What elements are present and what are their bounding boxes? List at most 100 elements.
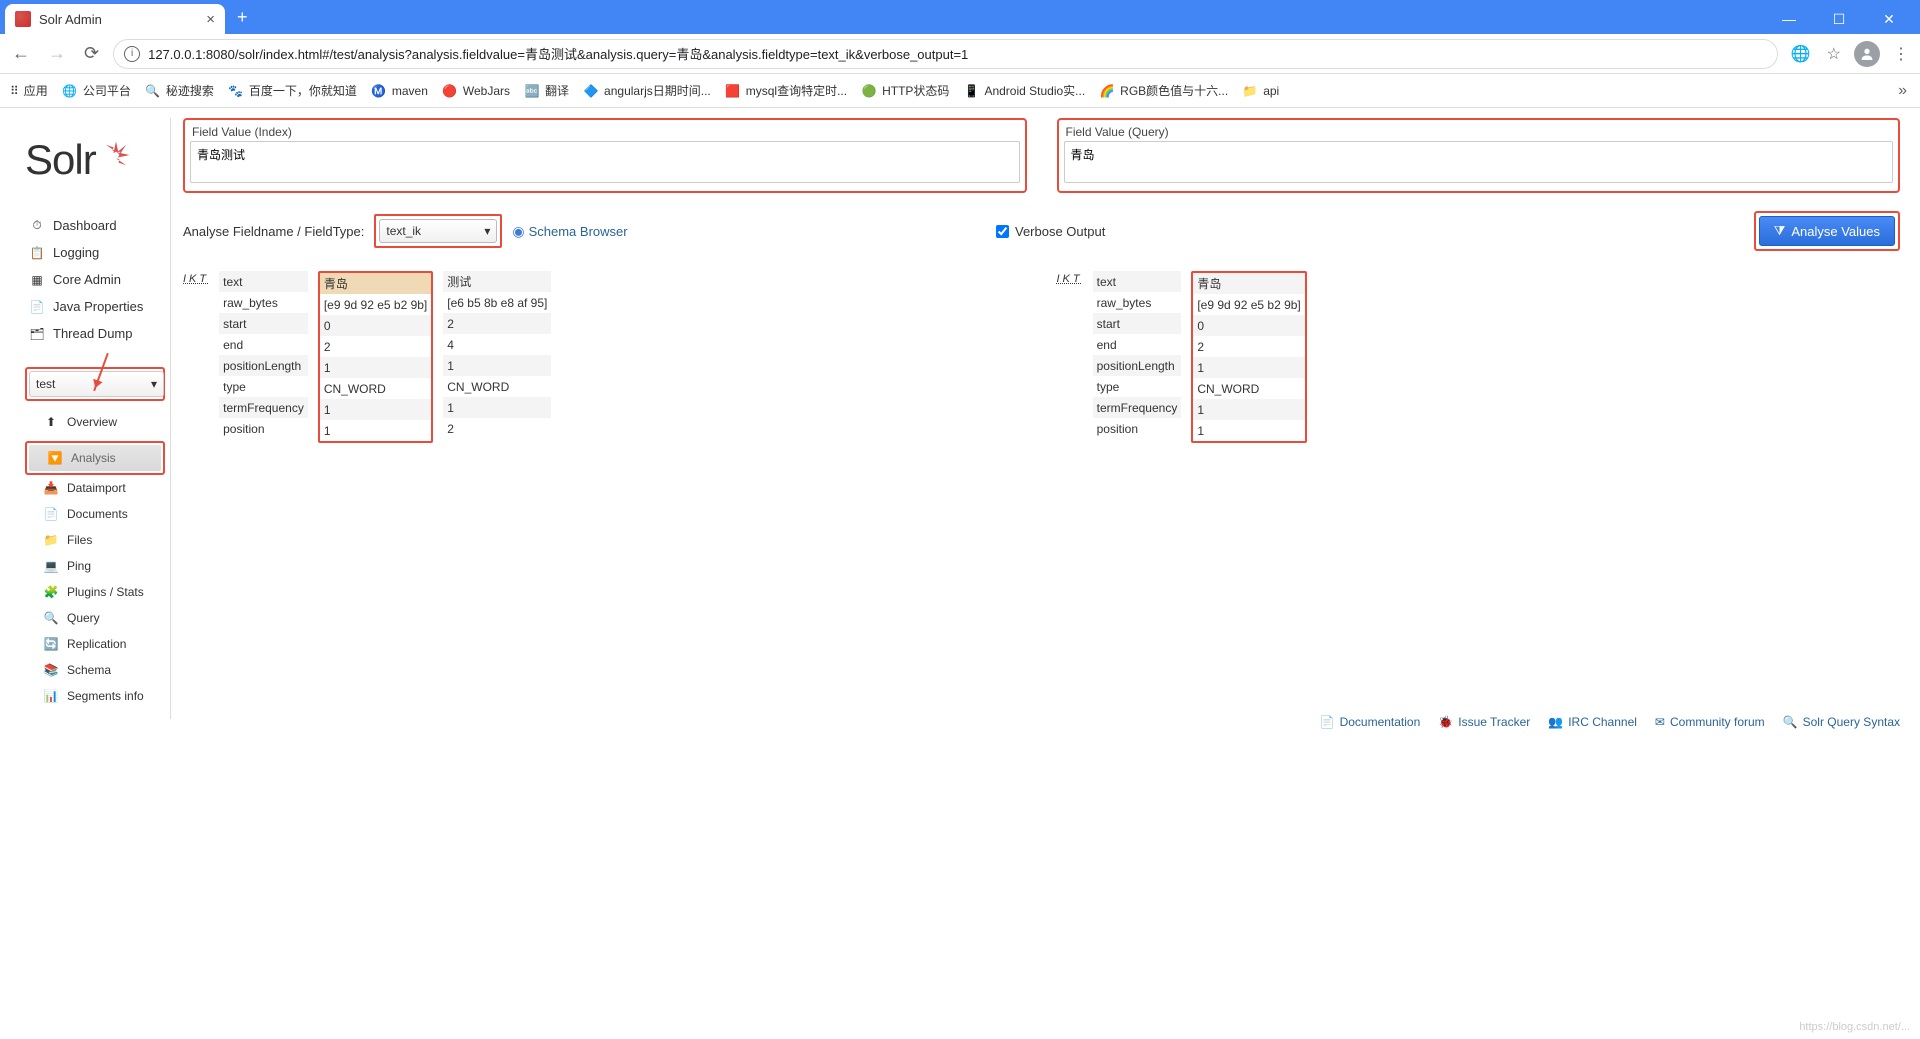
footer-icon: 🐞: [1438, 715, 1453, 729]
nav-item-dashboard[interactable]: ⏱Dashboard: [25, 212, 165, 239]
footer-icon: 🔍: [1783, 715, 1798, 729]
fieldtype-label: Analyse Fieldname / FieldType:: [183, 224, 364, 239]
main-content: Field Value (Index) Field Value (Query) …: [170, 118, 1910, 719]
browser-tab-strip: Solr Admin × + — ☐ ✕: [0, 0, 1920, 34]
nav-item-thread-dump[interactable]: 🗂Thread Dump: [25, 320, 165, 347]
token-cell-end: 2: [1193, 336, 1304, 357]
row-label: raw_bytes: [1093, 292, 1182, 313]
maximize-button[interactable]: ☐: [1824, 11, 1854, 28]
solr-logo[interactable]: Solr: [25, 128, 165, 192]
bookmark-item[interactable]: 📁api: [1242, 82, 1279, 99]
bookmark-item[interactable]: 🔤翻译: [524, 82, 569, 99]
schema-browser-link[interactable]: ◉ Schema Browser: [512, 223, 627, 240]
subnav-icon: 🔽: [47, 451, 63, 465]
main-nav: ⏱Dashboard📋Logging▦Core Admin📄Java Prope…: [25, 212, 165, 347]
new-tab-button[interactable]: +: [237, 7, 248, 28]
bookmark-item[interactable]: 📱Android Studio实...: [963, 82, 1085, 99]
bookmark-item[interactable]: 🐾百度一下，你就知道: [228, 82, 357, 99]
nav-item-core-admin[interactable]: ▦Core Admin: [25, 266, 165, 293]
bookmark-item[interactable]: 🌈RGB颜色值与十六...: [1099, 82, 1228, 99]
bookmark-item[interactable]: 🌐公司平台: [62, 82, 131, 99]
bookmark-item[interactable]: 🔍秘迹搜索: [145, 82, 214, 99]
query-label: Field Value (Query): [1064, 125, 1894, 139]
url-bar[interactable]: i 127.0.0.1:8080/solr/index.html#/test/a…: [113, 39, 1778, 69]
token-cell-type: CN_WORD: [320, 378, 431, 399]
watermark: https://blog.csdn.net/...: [1799, 1021, 1910, 1033]
bookmark-item[interactable]: 🔷angularjs日期时间...: [583, 82, 711, 99]
field-value-query-block: Field Value (Query): [1057, 118, 1901, 193]
analyse-values-button[interactable]: ⧩ Analyse Values: [1759, 216, 1895, 246]
core-selector[interactable]: test ▾: [29, 371, 164, 397]
token-cell-position: 1: [1193, 420, 1304, 441]
subnav-icon: 📁: [43, 533, 59, 547]
nav-item-logging[interactable]: 📋Logging: [25, 239, 165, 266]
fieldtype-select[interactable]: text_ik ▾: [379, 219, 497, 243]
footer-link-solr-query-syntax[interactable]: 🔍Solr Query Syntax: [1783, 715, 1900, 729]
bookmarks-overflow[interactable]: »: [1895, 79, 1910, 103]
row-label: type: [219, 376, 308, 397]
analysis-row-labels: textraw_bytesstartendpositionLengthtypet…: [219, 271, 308, 443]
subnav-item-overview[interactable]: ⬆Overview: [25, 409, 165, 435]
subnav-item-ping[interactable]: 💻Ping: [25, 553, 165, 579]
row-label: text: [219, 271, 308, 292]
footer-link-issue-tracker[interactable]: 🐞Issue Tracker: [1438, 715, 1530, 729]
subnav-icon: 🧩: [43, 585, 59, 599]
index-label: Field Value (Index): [190, 125, 1020, 139]
row-label: positionLength: [219, 355, 308, 376]
bookmark-item[interactable]: 🟢HTTP状态码: [861, 82, 949, 99]
bookmark-icon: 🔤: [524, 83, 540, 99]
apps-button[interactable]: ⠿ 应用: [10, 82, 48, 99]
nav-item-java-properties[interactable]: 📄Java Properties: [25, 293, 165, 320]
translate-icon[interactable]: 🌐: [1788, 41, 1814, 67]
footer-link-irc-channel[interactable]: 👥IRC Channel: [1548, 715, 1637, 729]
token-column: 测试[e6 b5 8b e8 af 95]241CN_WORD12: [443, 271, 551, 443]
row-label: termFrequency: [219, 397, 308, 418]
bookmark-item[interactable]: 🟥mysql查询特定时...: [725, 82, 847, 99]
bookmark-item[interactable]: Ⓜ️maven: [371, 82, 428, 99]
subnav-icon: 💻: [43, 559, 59, 573]
info-icon[interactable]: i: [124, 46, 140, 62]
subnav-item-schema[interactable]: 📚Schema: [25, 657, 165, 683]
core-subnav: ⬆Overview🔽Analysis📥Dataimport📄Documents📁…: [25, 409, 165, 709]
subnav-icon: ⬆: [43, 415, 59, 429]
subnav-item-query[interactable]: 🔍Query: [25, 605, 165, 631]
minimize-button[interactable]: —: [1774, 11, 1804, 28]
subnav-item-documents[interactable]: 📄Documents: [25, 501, 165, 527]
funnel-icon: ⧩: [1774, 223, 1786, 239]
token-cell-end: 2: [320, 336, 431, 357]
subnav-icon: 🔄: [43, 637, 59, 651]
token-cell-raw_bytes: [e9 9d 92 e5 b2 9b]: [320, 294, 431, 315]
nav-icon: 📋: [29, 246, 45, 260]
bookmark-icon: 🐾: [228, 83, 244, 99]
field-value-index-input[interactable]: [190, 141, 1020, 183]
bookmark-item[interactable]: 🔴WebJars: [442, 82, 510, 99]
subnav-item-plugins-stats[interactable]: 🧩Plugins / Stats: [25, 579, 165, 605]
tab-close-icon[interactable]: ×: [206, 11, 215, 28]
footer-link-documentation[interactable]: 📄Documentation: [1320, 715, 1421, 729]
subnav-item-replication[interactable]: 🔄Replication: [25, 631, 165, 657]
reload-button[interactable]: ⟳: [80, 39, 103, 68]
nav-icon: 📄: [29, 300, 45, 314]
subnav-icon: 📄: [43, 507, 59, 521]
subnav-item-files[interactable]: 📁Files: [25, 527, 165, 553]
token-column: 青岛[e9 9d 92 e5 b2 9b]021CN_WORD11: [1193, 273, 1304, 441]
forward-button[interactable]: →: [44, 39, 70, 68]
footer-icon: ✉: [1655, 715, 1665, 729]
profile-avatar[interactable]: [1854, 41, 1880, 67]
browser-tab[interactable]: Solr Admin ×: [5, 4, 225, 34]
menu-icon[interactable]: ⋮: [1890, 41, 1912, 67]
token-cell-start: 0: [1193, 315, 1304, 336]
subnav-item-dataimport[interactable]: 📥Dataimport: [25, 475, 165, 501]
subnav-item-segments-info[interactable]: 📊Segments info: [25, 683, 165, 709]
close-window-button[interactable]: ✕: [1874, 11, 1904, 28]
star-icon[interactable]: ☆: [1824, 41, 1844, 67]
schema-icon: ◉: [512, 223, 524, 240]
footer-link-community-forum[interactable]: ✉Community forum: [1655, 715, 1765, 729]
token-cell-start: 2: [443, 313, 551, 334]
subnav-item-analysis[interactable]: 🔽Analysis: [29, 445, 161, 471]
verbose-checkbox-input[interactable]: [996, 225, 1009, 238]
verbose-output-checkbox[interactable]: Verbose Output: [996, 224, 1105, 239]
field-value-query-input[interactable]: [1064, 141, 1894, 183]
row-label: end: [1093, 334, 1182, 355]
back-button[interactable]: ←: [8, 39, 34, 68]
